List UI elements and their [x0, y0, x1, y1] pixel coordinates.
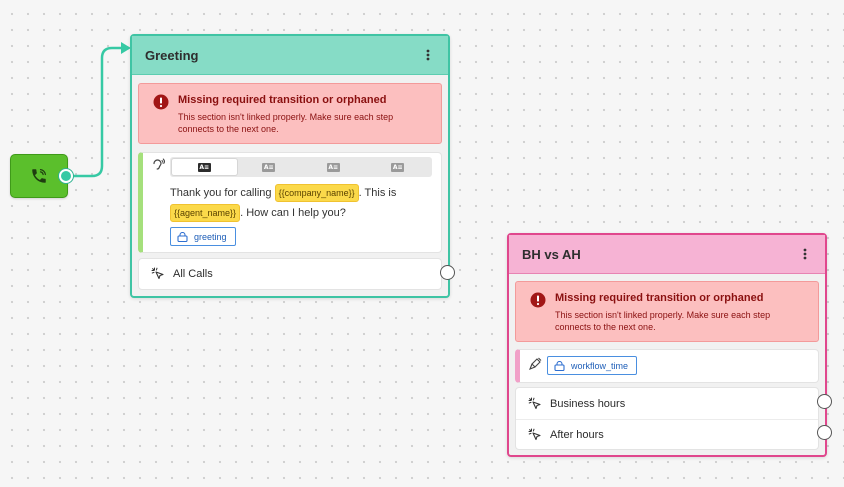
error-title: Missing required transition or orphaned: [555, 292, 764, 304]
error-banner: Missing required transition or orphaned …: [515, 281, 819, 342]
time-step-card[interactable]: workflow_time: [515, 349, 819, 383]
text-variant-icon: A≡: [197, 162, 211, 172]
transition-label: All Calls: [173, 268, 213, 280]
after-hours-output-handle[interactable]: [817, 425, 832, 440]
tag-icon: [177, 231, 188, 242]
error-icon: [530, 292, 546, 308]
tab-3[interactable]: A≡: [301, 159, 366, 175]
tab-4[interactable]: A≡: [366, 159, 431, 175]
kebab-menu-icon[interactable]: [421, 46, 435, 64]
transition-row[interactable]: All Calls: [138, 258, 442, 290]
error-title: Missing required transition or orphaned: [178, 94, 387, 106]
phone-icon: [30, 167, 48, 185]
transition-label: Business hours: [550, 397, 626, 410]
text-variant-icon: A≡: [262, 162, 276, 172]
tab-2[interactable]: A≡: [237, 159, 302, 175]
tab-1[interactable]: A≡: [172, 159, 237, 175]
message-text: . This is: [358, 187, 397, 199]
say-message: Thank you for calling {{company_name}}. …: [170, 183, 432, 223]
error-message: This section isn't linked properly. Make…: [555, 310, 771, 332]
cursor-click-icon: [528, 428, 542, 442]
transition-row[interactable]: After hours: [528, 420, 604, 450]
text-variant-icon: A≡: [326, 162, 340, 172]
message-text: . How can I help you?: [240, 207, 346, 219]
message-text: Thank you for calling: [170, 187, 275, 199]
start-output-handle[interactable]: [59, 169, 73, 183]
tag-icon: [554, 360, 565, 371]
error-icon: [153, 94, 169, 110]
node-title: BH vs AH: [522, 246, 581, 262]
speech-icon: [151, 158, 165, 172]
kebab-menu-icon[interactable]: [798, 245, 812, 263]
tag-label: workflow_time: [571, 360, 629, 371]
variable-chip[interactable]: {{company_name}}: [274, 184, 359, 203]
business-hours-output-handle[interactable]: [817, 394, 832, 409]
text-variant-icon: A≡: [391, 162, 405, 172]
tag-chip[interactable]: greeting: [170, 227, 236, 246]
cursor-click-icon: [151, 267, 165, 281]
hourglass-icon: [528, 357, 542, 371]
greeting-node[interactable]: Greeting Missing required transition or …: [130, 34, 450, 298]
say-step-card[interactable]: A≡ A≡ A≡ A≡ Thank you for calling {{comp…: [138, 152, 442, 253]
node-title: Greeting: [145, 47, 199, 63]
bh-vs-ah-header: BH vs AH: [509, 235, 825, 274]
transition-label: After hours: [550, 429, 604, 441]
variable-chip[interactable]: {{agent_name}}: [170, 204, 241, 223]
all-calls-output-handle[interactable]: [440, 265, 455, 280]
tag-chip[interactable]: workflow_time: [547, 356, 638, 375]
transition-list: Business hours After hours: [515, 387, 819, 450]
error-message: This section isn't linked properly. Make…: [178, 112, 394, 134]
tag-label: greeting: [194, 231, 227, 242]
language-tabs: A≡ A≡ A≡ A≡: [170, 157, 432, 177]
error-banner: Missing required transition or orphaned …: [138, 83, 442, 144]
transition-row[interactable]: Business hours: [528, 388, 625, 419]
cursor-click-icon: [528, 397, 542, 411]
bh-vs-ah-node[interactable]: BH vs AH Missing required transition or …: [507, 233, 827, 457]
greeting-header: Greeting: [132, 36, 448, 75]
